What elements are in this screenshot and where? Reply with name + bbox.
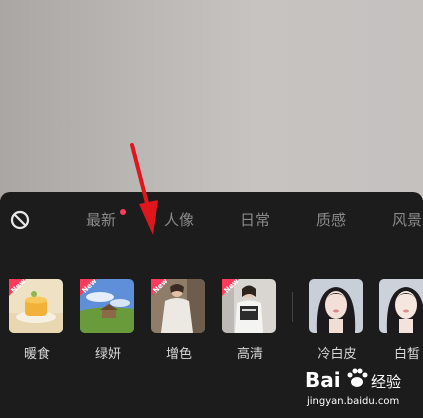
new-badge-icon: New (222, 279, 241, 296)
watermark-brand-suffix: 经验 (371, 373, 402, 391)
filter-thumbnail[interactable] (309, 279, 363, 333)
watermark-url: jingyan.baidu.com (307, 396, 400, 407)
tab-latest[interactable]: 最新 (86, 210, 116, 230)
camera-preview (0, 0, 423, 200)
filter-label: 增色 (165, 347, 192, 362)
no-filter-icon[interactable] (10, 210, 30, 230)
new-dot-badge (120, 209, 126, 215)
filter-label: 暖食 (23, 347, 50, 362)
filter-label: 高清 (236, 347, 263, 362)
filter-label: 白皙 (393, 347, 420, 362)
new-badge-icon: New (9, 279, 28, 296)
tab-scenery[interactable]: 风景 (392, 210, 422, 230)
new-badge-icon: New (80, 279, 99, 296)
baidu-jingyan-watermark: Bai 经验 jingyan.baidu.com (305, 362, 423, 418)
new-badge-icon: New (151, 279, 170, 296)
paw-icon (347, 368, 368, 387)
tab-portrait[interactable]: 人像 (164, 210, 194, 230)
watermark-brand: Bai (305, 368, 341, 392)
tab-texture[interactable]: 质感 (316, 210, 346, 230)
tab-daily[interactable]: 日常 (240, 210, 270, 230)
filter-divider (292, 292, 293, 322)
filter-thumbnail[interactable] (379, 279, 423, 333)
filter-tabs: 最新 人像 日常 质感 风景 (0, 192, 423, 248)
filter-label: 绿妍 (94, 347, 121, 362)
filter-label: 冷白皮 (317, 347, 357, 362)
